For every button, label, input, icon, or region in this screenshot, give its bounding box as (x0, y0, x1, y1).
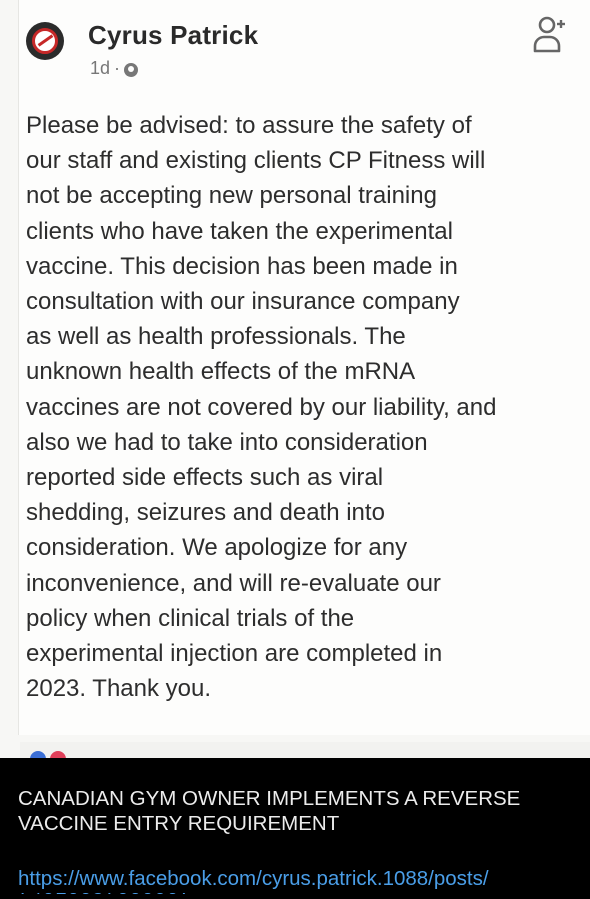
caption-line: CANADIAN GYM OWNER IMPLEMENTS A REVERSE (18, 787, 521, 810)
meta-separator: · (114, 58, 121, 78)
post-body-line: experimental injection are completed in (26, 640, 443, 668)
post-body-line: inconvenience, and will re-evaluate our (26, 569, 441, 597)
no-entry-logo-icon (32, 28, 58, 54)
post-body-line: policy when clinical trials of the (26, 604, 355, 632)
post-body-line: vaccines are not covered by our liabilit… (26, 393, 497, 421)
caption-headline: CANADIAN GYM OWNER IMPLEMENTS A REVERSE V… (18, 786, 520, 836)
post-body-line: Please be advised: to assure the safety … (26, 112, 472, 139)
reactions-bar (20, 742, 590, 758)
post-body-line: reported side effects such as viral (26, 464, 384, 492)
post-body-line: unknown health effects of the mRNA (26, 358, 416, 386)
add-friend-icon[interactable] (532, 14, 568, 54)
avatar[interactable] (26, 22, 64, 60)
post-meta: 1d · (90, 58, 139, 79)
source-link[interactable]: https://www.facebook.com/cyrus.patrick.1… (18, 866, 489, 891)
source-link-continuation[interactable]: 74010057000007 (18, 893, 238, 899)
post-body-line: also we had to take into consideration (26, 428, 428, 456)
screen: Cyrus Patrick 1d · Please be advised: to… (0, 0, 590, 899)
post-body-line: 2023. Thank you. (26, 675, 212, 703)
post-body-line: consideration. We apologize for any (26, 534, 408, 562)
source-link-continuation-text: 74010057000007 (18, 893, 238, 899)
post-body-line: not be accepting new personal training (26, 182, 437, 210)
post-body-line: clients who have taken the experimental (26, 217, 453, 245)
post-body-line: shedding, seizures and death into (26, 499, 385, 527)
caption-line: VACCINE ENTRY REQUIREMENT (18, 812, 340, 835)
post-body-line: as well as health professionals. The (26, 323, 406, 351)
post-body-line: consultation with our insurance company (26, 288, 460, 316)
post-author-name[interactable]: Cyrus Patrick (88, 20, 258, 51)
post-screenshot: Cyrus Patrick 1d · Please be advised: to… (0, 0, 590, 758)
post-body-line: vaccine. This decision has been made in (26, 252, 458, 280)
globe-icon (124, 62, 139, 77)
post-body-line: our staff and existing clients CP Fitnes… (26, 147, 486, 175)
post-body-text: Please be advised: to assure the safety … (26, 108, 566, 706)
post-time[interactable]: 1d (90, 58, 110, 79)
